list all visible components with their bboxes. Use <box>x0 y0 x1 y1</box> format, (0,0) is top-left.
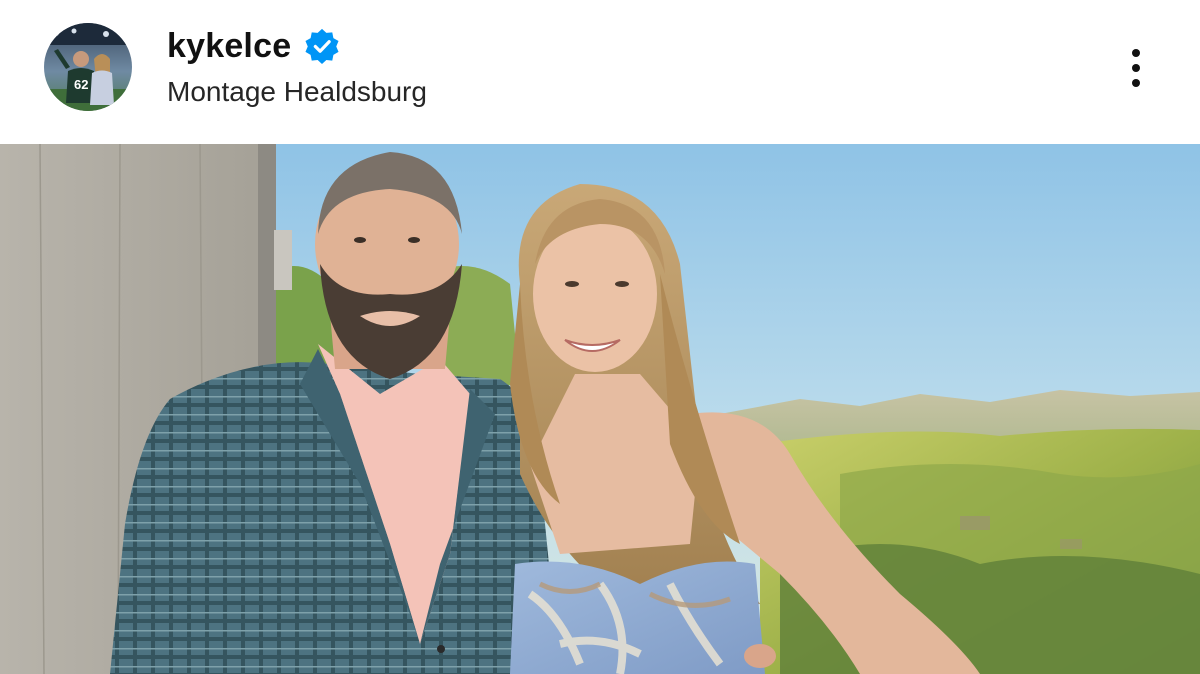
profile-avatar-icon: 62 <box>44 23 132 111</box>
more-options-icon <box>1132 49 1140 57</box>
more-options-icon <box>1132 79 1140 87</box>
svg-text:62: 62 <box>74 77 88 92</box>
username-link[interactable]: kykelce <box>167 27 291 66</box>
username-row: kykelce <box>167 24 341 68</box>
more-options-icon <box>1132 64 1140 72</box>
post-photo[interactable] <box>0 144 1200 674</box>
more-options-button[interactable] <box>1116 40 1156 96</box>
post-header: 62 kykelce Montage Healdsburg <box>0 0 1200 144</box>
location-link[interactable]: Montage Healdsburg <box>167 76 427 108</box>
profile-avatar[interactable]: 62 <box>44 23 132 111</box>
post-photo-image <box>0 144 1200 674</box>
verified-badge-icon <box>305 28 339 65</box>
